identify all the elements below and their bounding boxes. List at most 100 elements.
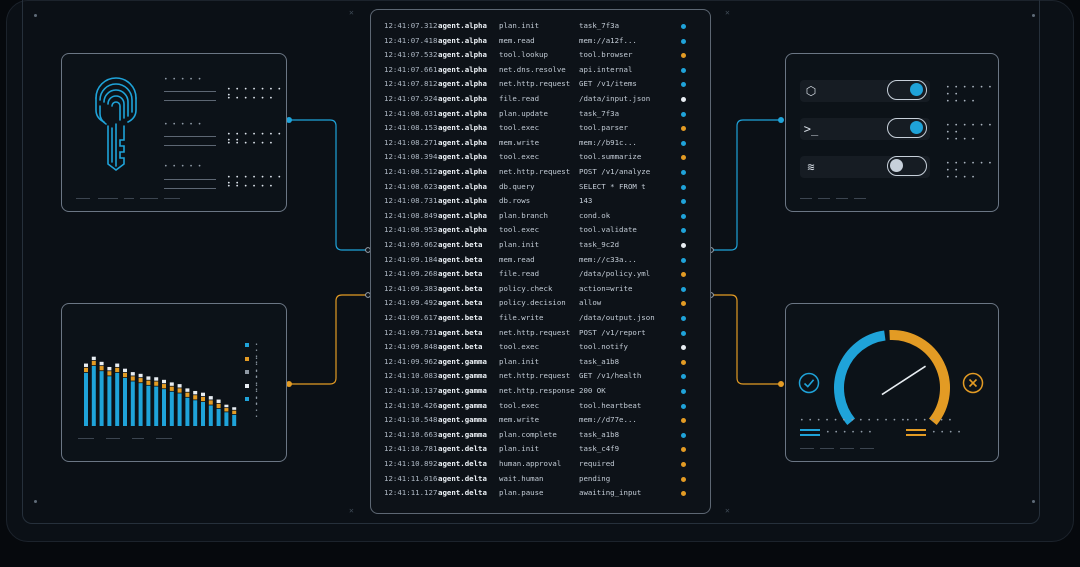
log-target: task_a1b8 bbox=[579, 356, 620, 366]
gauge-arc bbox=[889, 330, 950, 425]
log-target: /data/output.json bbox=[579, 313, 655, 322]
log-row[interactable]: 12:41:08.623 agent.alpha db.query SELECT * … bbox=[371, 180, 710, 195]
log-row[interactable]: 12:41:08.512 agent.alpha net.http.request P… bbox=[371, 165, 710, 180]
log-action: db.query bbox=[499, 181, 535, 191]
check-icon[interactable] bbox=[798, 372, 820, 394]
log-action: plan.update bbox=[499, 108, 548, 118]
log-row[interactable]: 12:41:07.661 agent.alpha net.dns.resolve ap… bbox=[371, 63, 710, 78]
log-action: net.http.request bbox=[499, 79, 571, 89]
log-row[interactable]: 12:41:08.271 agent.alpha mem.write mem://b9… bbox=[371, 136, 710, 151]
gauge-panel: • • • • • • • • • • • • • • • • • • • • … bbox=[785, 303, 999, 462]
bar-segment bbox=[224, 404, 229, 408]
status-dot bbox=[681, 140, 686, 146]
log-row[interactable]: 12:41:07.418 agent.alpha mem.read mem://a12… bbox=[371, 34, 710, 49]
log-action: net.http.request bbox=[499, 327, 571, 337]
bar-segment bbox=[162, 384, 166, 389]
log-agent: agent.alpha bbox=[438, 123, 487, 133]
log-row[interactable]: 12:41:09.062 agent.beta plan.init task_9c2d bbox=[371, 238, 710, 253]
bar-segment bbox=[224, 408, 229, 412]
log-row[interactable]: 12:41:10.137 agent.gamma net.http.response… bbox=[371, 384, 710, 399]
dot-value: • • • • • • bbox=[227, 140, 274, 147]
legend-swatch bbox=[245, 383, 249, 388]
log-target: task_c4f9 bbox=[579, 444, 620, 454]
log-target: GET /v1/items bbox=[579, 79, 637, 89]
log-row[interactable]: 12:41:10.548 agent.gamma mem.write mem://d7… bbox=[371, 413, 710, 428]
log-row[interactable]: 12:41:09.268 agent.beta file.read/data/pol… bbox=[371, 267, 710, 282]
log-row[interactable]: 12:41:11.016 agent.delta wait.human pending bbox=[371, 472, 710, 487]
log-row[interactable]: 12:41:08.731 agent.alpha db.rows 143 bbox=[371, 194, 710, 209]
toggle-switch[interactable] bbox=[887, 156, 927, 176]
log-row[interactable]: 12:41:07.924 agent.alpha file.read/data/in… bbox=[371, 92, 710, 107]
log-action: net.http.response bbox=[499, 386, 575, 395]
status-dot bbox=[681, 462, 686, 467]
log-time: 12:41:07.532 bbox=[384, 50, 438, 60]
footer-tick bbox=[836, 198, 848, 199]
bar-segment bbox=[138, 373, 143, 378]
log-row[interactable]: 12:41:08.153 agent.alpha tool.exec tool.par… bbox=[371, 121, 710, 136]
log-row[interactable]: 12:41:09.962 agent.gamma plan.init task_a1b… bbox=[371, 355, 710, 370]
toggle-switch[interactable] bbox=[887, 118, 927, 138]
log-agent: agent.gamma bbox=[438, 386, 487, 395]
toggle-row: ⬡ bbox=[800, 80, 930, 102]
log-time: 12:41:08.153 bbox=[384, 123, 438, 133]
log-row[interactable]: 12:41:07.812 agent.alpha net.http.request G… bbox=[371, 77, 710, 92]
bar-segment bbox=[154, 386, 159, 426]
bar-segment bbox=[232, 407, 237, 410]
log-target: mem://a12f... bbox=[579, 35, 637, 45]
log-row[interactable]: 12:41:09.184 agent.beta mem.read mem://c33a… bbox=[371, 253, 710, 268]
log-row[interactable]: 12:41:09.617 agent.beta file.write/data/ou… bbox=[371, 311, 710, 326]
dot-label: • • • • • • • • • • • • • bbox=[800, 417, 906, 424]
log-row[interactable]: 12:41:09.848 agent.beta tool.exec tool.noti… bbox=[371, 340, 710, 355]
log-row[interactable]: 12:41:10.426 agent.gamma tool.exec tool.hea… bbox=[371, 399, 710, 414]
event-log-panel[interactable]: 12:41:07.312 agent.alpha plan.init task_7f3… bbox=[370, 9, 711, 514]
log-row[interactable]: 12:41:08.953 agent.alpha tool.exec tool.val… bbox=[371, 223, 710, 238]
log-time: 12:41:09.848 bbox=[384, 342, 438, 352]
bar-segment bbox=[130, 381, 135, 426]
log-action: file.write bbox=[499, 313, 544, 322]
dot-label: • • • • • bbox=[164, 163, 202, 170]
log-agent: agent.delta bbox=[438, 473, 487, 483]
log-row[interactable]: 12:41:10.781 agent.delta plan.init task_c4f… bbox=[371, 442, 710, 457]
log-row[interactable]: 12:41:07.532 agent.alpha tool.lookup tool.b… bbox=[371, 48, 710, 63]
bar-segment bbox=[154, 381, 159, 386]
footer-tick bbox=[818, 198, 830, 199]
fingerprint-panel: • • • • • • • • • • • • • • • • • • • • … bbox=[61, 53, 287, 212]
log-time: 12:41:11.016 bbox=[384, 473, 438, 483]
log-time: 12:41:09.731 bbox=[384, 327, 438, 337]
log-action: mem.write bbox=[499, 137, 540, 147]
bar-segment bbox=[201, 396, 205, 402]
log-target: mem://c33a... bbox=[579, 254, 637, 264]
toggle-knob bbox=[910, 83, 923, 96]
log-action: plan.init bbox=[499, 444, 540, 454]
log-row[interactable]: 12:41:10.892 agent.delta human.approval req… bbox=[371, 457, 710, 472]
log-time: 12:41:07.924 bbox=[384, 94, 438, 103]
log-row[interactable]: 12:41:09.731 agent.beta net.http.request PO… bbox=[371, 326, 710, 341]
log-row[interactable]: 12:41:07.312 agent.alpha plan.init task_7f3… bbox=[371, 19, 710, 34]
log-action: net.http.request bbox=[499, 371, 571, 381]
log-row[interactable]: 12:41:10.663 agent.gamma plan.complete task… bbox=[371, 428, 710, 443]
log-row[interactable]: 12:41:10.083 agent.gamma net.http.request G… bbox=[371, 369, 710, 384]
toggle-switch[interactable] bbox=[887, 80, 927, 100]
log-row[interactable]: 12:41:08.031 agent.alpha plan.update task_7… bbox=[371, 107, 710, 122]
log-target: /data/input.json bbox=[579, 94, 651, 103]
close-icon[interactable] bbox=[962, 372, 984, 394]
log-target: SELECT * FROM t bbox=[579, 181, 646, 191]
bar-segment bbox=[208, 400, 213, 405]
log-target: tool.validate bbox=[579, 225, 637, 235]
bar-segment bbox=[91, 366, 96, 426]
status-dot bbox=[681, 184, 686, 190]
log-row[interactable]: 12:41:09.383 agent.beta policy.check action… bbox=[371, 282, 710, 297]
footer-tick bbox=[840, 448, 854, 449]
log-row[interactable]: 12:41:08.849 agent.alpha plan.branch cond.o… bbox=[371, 209, 710, 224]
log-row[interactable]: 12:41:09.492 agent.beta policy.decision all… bbox=[371, 296, 710, 311]
log-action: net.dns.resolve bbox=[499, 64, 566, 74]
log-time: 12:41:08.953 bbox=[384, 225, 438, 235]
log-agent: agent.alpha bbox=[438, 167, 487, 176]
log-row[interactable]: 12:41:11.127 agent.delta plan.pause awaitin… bbox=[371, 486, 710, 501]
toggle-row: ≋ bbox=[800, 156, 930, 178]
bar-segment bbox=[91, 360, 96, 366]
log-time: 12:41:10.548 bbox=[384, 415, 438, 425]
log-row[interactable]: 12:41:08.394 agent.alpha tool.exec tool.sum… bbox=[371, 150, 710, 165]
status-dot bbox=[681, 286, 686, 292]
toggle-knob bbox=[910, 121, 923, 134]
